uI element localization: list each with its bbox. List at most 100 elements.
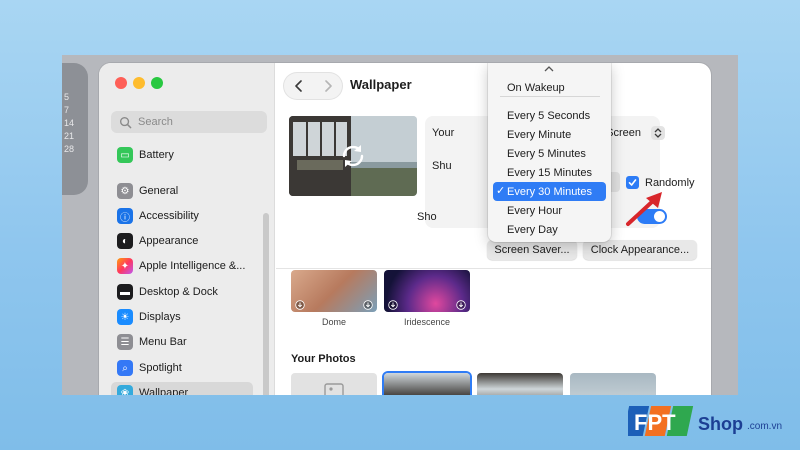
wallpaper-preview xyxy=(289,116,417,196)
add-photo-tile[interactable] xyxy=(291,373,377,395)
annotation-arrow xyxy=(626,192,662,226)
display-icon: ☀ xyxy=(117,309,133,325)
sidebar-item-apple-intelligence[interactable]: ✦ Apple Intelligence &... xyxy=(111,255,253,277)
wallpaper-thumb-iridescence[interactable] xyxy=(384,270,470,312)
screen-saver-button[interactable]: Screen Saver... xyxy=(487,240,577,260)
menu-bar-icon: ☰ xyxy=(117,334,133,350)
photo-placeholder-icon xyxy=(324,383,344,395)
brand-name: FPT xyxy=(634,410,676,435)
menu-item-label: Every 30 Minutes xyxy=(507,185,592,198)
brand-domain: .com.vn xyxy=(747,421,782,432)
menu-item-every-minute[interactable]: Every Minute xyxy=(493,125,606,144)
screenshot-area: 5 7 14 21 28 Search ▭ Battery ⚙ General … xyxy=(62,55,738,395)
sidebar-item-label: Menu Bar xyxy=(139,336,187,348)
sidebar-item-menu-bar[interactable]: ☰ Menu Bar xyxy=(111,331,253,353)
sidebar-item-label: Displays xyxy=(139,311,181,323)
spotlight-icon: ⌕ xyxy=(117,360,133,376)
appearance-icon: ◐ xyxy=(117,233,133,249)
photo-thumb[interactable] xyxy=(477,373,563,395)
sidebar-item-displays[interactable]: ☀ Displays xyxy=(111,306,253,328)
settings-window: Search ▭ Battery ⚙ General ⓘ Accessibili… xyxy=(99,63,711,395)
page-title: Wallpaper xyxy=(350,77,412,92)
wallpaper-icon: ❀ xyxy=(117,385,133,395)
chevron-up-icon xyxy=(544,66,554,72)
shuffle-interval-menu: On Wakeup Every 5 Seconds Every Minute E… xyxy=(488,63,611,242)
menu-item-every-hour[interactable]: Every Hour xyxy=(493,201,606,220)
calendar-widget: 5 7 14 21 28 xyxy=(62,63,88,195)
back-button[interactable] xyxy=(289,76,309,96)
your-label: Your xyxy=(432,127,455,139)
download-icon xyxy=(388,300,398,310)
menu-item-every-day[interactable]: Every Day xyxy=(493,220,606,239)
wallpaper-label-dome: Dome xyxy=(321,317,346,327)
forward-button[interactable] xyxy=(318,76,338,96)
menu-item-on-wakeup[interactable]: On Wakeup xyxy=(493,78,606,97)
calendar-day: 14 xyxy=(64,118,75,128)
sidebar-item-label: Desktop & Dock xyxy=(139,286,218,298)
sidebar-item-label: Wallpaper xyxy=(139,387,189,395)
sidebar-item-desktop-dock[interactable]: ▬ Desktop & Dock xyxy=(111,281,253,303)
checkmark-icon xyxy=(628,179,637,186)
menu-item-every-15-minutes[interactable]: Every 15 Minutes xyxy=(493,163,606,182)
sidebar-item-appearance[interactable]: ◐ Appearance xyxy=(111,230,253,252)
sidebar-item-general[interactable]: ⚙ General xyxy=(111,180,253,202)
apple-intelligence-icon: ✦ xyxy=(117,258,133,274)
sidebar-item-spotlight[interactable]: ⌕ Spotlight xyxy=(111,357,253,379)
close-button[interactable] xyxy=(115,77,127,89)
minimize-button[interactable] xyxy=(133,77,145,89)
sidebar-item-accessibility[interactable]: ⓘ Accessibility xyxy=(111,205,253,227)
checkmark-icon: ✓ xyxy=(496,185,506,197)
download-icon xyxy=(363,300,373,310)
search-placeholder: Search xyxy=(138,116,173,128)
photo-thumb-selected[interactable] xyxy=(384,373,470,395)
sidebar-item-label: Spotlight xyxy=(139,362,182,374)
sidebar-item-label: Battery xyxy=(139,149,174,161)
chevron-right-icon xyxy=(324,80,332,92)
battery-icon: ▭ xyxy=(117,147,133,163)
menu-item-label: Every 5 Minutes xyxy=(507,147,586,160)
menu-item-label: Every Day xyxy=(507,223,558,236)
shuffle-label: Shu xyxy=(432,160,452,172)
menu-item-label: Every 5 Seconds xyxy=(507,109,591,122)
menu-item-every-5-seconds[interactable]: Every 5 Seconds xyxy=(493,106,606,125)
photo-thumb[interactable] xyxy=(570,373,656,395)
menu-item-every-30-minutes[interactable]: ✓ Every 30 Minutes xyxy=(493,182,606,201)
gear-icon: ⚙ xyxy=(117,183,133,199)
sidebar-scrollbar[interactable] xyxy=(263,213,269,395)
dock-icon: ▬ xyxy=(117,284,133,300)
brand-shop: Shop xyxy=(698,414,743,434)
sidebar-item-wallpaper[interactable]: ❀ Wallpaper xyxy=(111,382,253,395)
calendar-day: 5 xyxy=(64,92,70,102)
download-icon xyxy=(295,300,305,310)
calendar-day: 28 xyxy=(64,144,75,154)
calendar-day: 7 xyxy=(64,105,70,115)
wallpaper-label-iridescence: Iridescence xyxy=(403,317,451,327)
updown-icon xyxy=(651,126,665,140)
menu-item-every-5-minutes[interactable]: Every 5 Minutes xyxy=(493,144,606,163)
sidebar-item-label: Apple Intelligence &... xyxy=(139,260,246,272)
accessibility-icon: ⓘ xyxy=(117,208,133,224)
nav-buttons xyxy=(284,73,342,99)
your-photos-title: Your Photos xyxy=(291,353,356,365)
sidebar-item-battery[interactable]: ▭ Battery xyxy=(111,144,253,166)
chevron-left-icon xyxy=(294,80,302,92)
menu-item-label: Every Hour xyxy=(507,204,563,217)
sidebar-item-label: Accessibility xyxy=(139,210,199,222)
menu-item-label: Every 15 Minutes xyxy=(507,166,592,179)
menu-separator xyxy=(500,96,600,97)
sidebar: Search ▭ Battery ⚙ General ⓘ Accessibili… xyxy=(99,63,275,395)
menu-item-label: Every Minute xyxy=(507,128,572,141)
section-divider xyxy=(276,268,711,269)
search-input[interactable]: Search xyxy=(111,111,267,133)
zoom-button[interactable] xyxy=(151,77,163,89)
window-controls xyxy=(115,77,163,89)
search-icon xyxy=(119,116,132,128)
sidebar-item-label: Appearance xyxy=(139,235,199,247)
sidebar-item-label: General xyxy=(139,185,179,197)
wallpaper-thumb-dome[interactable] xyxy=(291,270,377,312)
clock-appearance-button[interactable]: Clock Appearance... xyxy=(583,240,697,260)
fpt-shop-logo: FPT Shop .com.vn xyxy=(622,402,798,442)
menu-item-label: On Wakeup xyxy=(507,81,565,94)
calendar-day: 21 xyxy=(64,131,75,141)
shuffle-icon xyxy=(342,145,364,167)
